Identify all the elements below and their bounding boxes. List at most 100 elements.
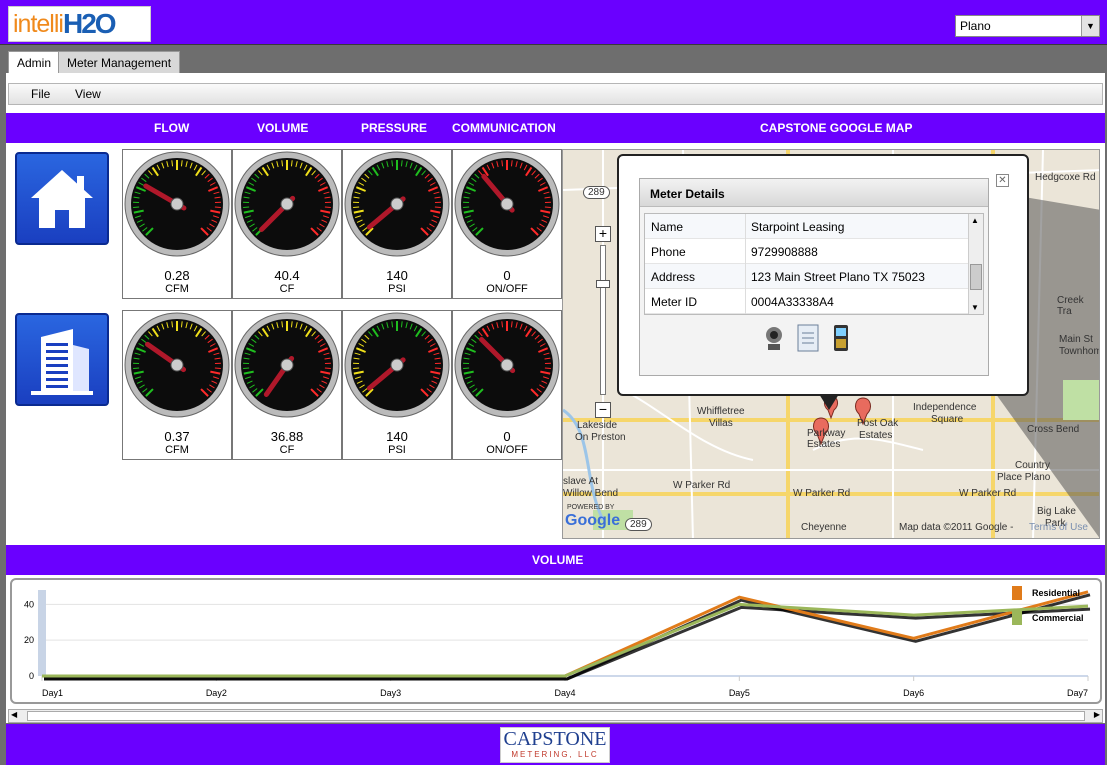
volume-chart: 0 20 40 Day1 Day2 Day3 Day4 Day5 Day6 Day7 Residen… [10, 578, 1102, 704]
field-value: 0004A33338A4 [751, 295, 834, 309]
field-key: Meter ID [651, 295, 698, 309]
gauge-commercial-0: 0.37 CFM [122, 310, 232, 460]
gauge-value: 140 [386, 268, 408, 283]
map-label-main: Main St [1059, 334, 1093, 345]
field-key: Phone [651, 245, 686, 259]
gauge-residential-1: 40.4 CF [232, 149, 342, 299]
gauge-value: 140 [386, 429, 408, 444]
zoom-out-button[interactable]: − [595, 402, 611, 418]
intelli-h2o-logo: intelli H2O [8, 6, 151, 42]
map-heading: CAPSTONE GOOGLE MAP [760, 121, 913, 135]
map-label-w-parker-rd-2: W Parker Rd [793, 488, 851, 499]
mobile-phone-icon[interactable] [834, 325, 848, 351]
scroll-thumb-horizontal[interactable] [27, 711, 1085, 721]
field-key: Address [651, 270, 696, 284]
y-tick-label: 0 [29, 671, 34, 681]
office-building-icon [31, 329, 93, 395]
horizontal-scrollbar[interactable]: ◀ ▶ [8, 709, 1103, 723]
gauge-dial [234, 312, 340, 418]
zoom-slider[interactable] [600, 245, 606, 395]
scroll-left-icon[interactable]: ◀ [11, 710, 17, 719]
gauge-value: 0 [503, 429, 511, 444]
menu-view[interactable]: View [75, 87, 101, 101]
map-terms-link[interactable]: Terms of Use [1029, 522, 1088, 533]
x-tick-label: Day4 [554, 688, 575, 698]
gauge-commercial-2: 140 PSI [342, 310, 452, 460]
map-label-lakeside: Lakeside [577, 420, 618, 431]
scroll-up-icon[interactable]: ▲ [971, 216, 979, 225]
map-label-w-parker-rd-3: W Parker Rd [959, 488, 1017, 499]
scroll-down-icon[interactable]: ▼ [971, 303, 979, 312]
meter-details-panel: Meter Details Name Starpoint Leasing Phon… [639, 178, 989, 376]
volume-chart-heading: VOLUME [532, 553, 584, 567]
x-tick-label: Day7 [1067, 688, 1088, 698]
google-map[interactable]: + − 289 289 Hedgcoxe Rd Creek Tra Main S… [562, 149, 1100, 539]
popup-actions [766, 324, 848, 352]
house-icon [31, 170, 93, 228]
x-tick-label: Day6 [903, 688, 924, 698]
scroll-thumb[interactable] [970, 264, 982, 290]
table-row: Meter ID 0004A33338A4 [645, 289, 969, 314]
scroll-right-icon[interactable]: ▶ [1094, 710, 1100, 719]
chevron-down-icon[interactable]: ▼ [1081, 16, 1099, 36]
details-scrollbar[interactable]: ▲ ▼ [968, 214, 983, 314]
map-label-square: Square [931, 414, 964, 425]
tab-admin[interactable]: Admin [8, 51, 61, 73]
y-tick-label: 20 [24, 635, 34, 645]
zoom-handle[interactable] [596, 280, 610, 288]
logo-text-intelli: intelli [13, 9, 64, 38]
series-shadow-residential [44, 593, 1091, 681]
meter-popup: ✕ Meter Details Name Starpoint Leasing Ph… [617, 154, 1029, 410]
series-shadow-commercial [44, 605, 1091, 681]
menu-file[interactable]: File [31, 87, 50, 101]
residential-button[interactable] [15, 152, 109, 245]
commercial-button[interactable] [15, 313, 109, 406]
gauge-dial [454, 151, 560, 257]
map-powered-by: POWERED BY [567, 504, 615, 511]
gauge-value: 0.37 [164, 429, 190, 444]
map-label-creek: Creek Tra [1057, 295, 1084, 317]
meter-details-table: Name Starpoint Leasing Phone 9729908888 Ad… [644, 213, 984, 315]
y-tick-label: 40 [24, 599, 34, 609]
gauge-residential-3: 0 ON/OFF [452, 149, 562, 299]
field-value: Starpoint Leasing [751, 220, 845, 234]
close-icon[interactable]: ✕ [996, 174, 1009, 187]
gauge-residential-0: 0.28 CFM [122, 149, 232, 299]
gauge-value: 40.4 [274, 268, 300, 283]
capstone-logo: CAPSTONE METERING, LLC [500, 727, 610, 763]
map-label-w-parker-rd: W Parker Rd [673, 480, 731, 491]
map-label-big-lake: Big Lake [1037, 506, 1076, 517]
gauge-dial [454, 312, 560, 418]
document-icon[interactable] [797, 324, 819, 352]
tab-meter-management[interactable]: Meter Management [58, 51, 181, 73]
map-label-place-plano: Place Plano [997, 472, 1051, 483]
webcam-icon[interactable] [766, 327, 782, 350]
gauge-commercial-3: 0 ON/OFF [452, 310, 562, 460]
zoom-in-button[interactable]: + [595, 226, 611, 242]
gauge-dial [124, 151, 230, 257]
gauge-value: 0 [503, 268, 511, 283]
legend-swatch-residential [1012, 586, 1022, 600]
highway-shield-289-bottom: 289 [625, 518, 652, 531]
highway-shield-289: 289 [583, 186, 610, 199]
legend-swatch-commercial [1012, 611, 1022, 625]
table-row: Phone 9729908888 [645, 239, 969, 264]
x-tick-label: Day3 [380, 688, 401, 698]
capstone-logo-line2: METERING, LLC [511, 750, 599, 759]
capstone-logo-line1: CAPSTONE [503, 728, 607, 750]
field-value: 9729908888 [751, 245, 818, 259]
gauge-unit: PSI [388, 444, 406, 456]
app-window: intelli H2O Plano ▼ Admin Meter Manageme… [0, 0, 1107, 765]
legend-label-residential: Residential [1032, 588, 1080, 598]
gauge-unit: CFM [165, 444, 189, 456]
communication-heading: COMMUNICATION [452, 121, 556, 135]
volume-chart-svg: 0 20 40 Day1 Day2 Day3 Day4 Day5 Day6 Day7 Residen… [24, 586, 1091, 698]
map-label-hedgcoxe: Hedgcoxe Rd [1035, 172, 1096, 183]
gauge-unit: ON/OFF [486, 444, 528, 456]
map-label-estates-2: Estates [859, 430, 893, 441]
field-key: Name [651, 220, 684, 234]
x-tick-label: Day1 [42, 688, 63, 698]
city-select[interactable]: Plano ▼ [955, 15, 1100, 37]
gauge-unit: CFM [165, 283, 189, 295]
map-label-on-preston: On Preston [575, 432, 626, 443]
